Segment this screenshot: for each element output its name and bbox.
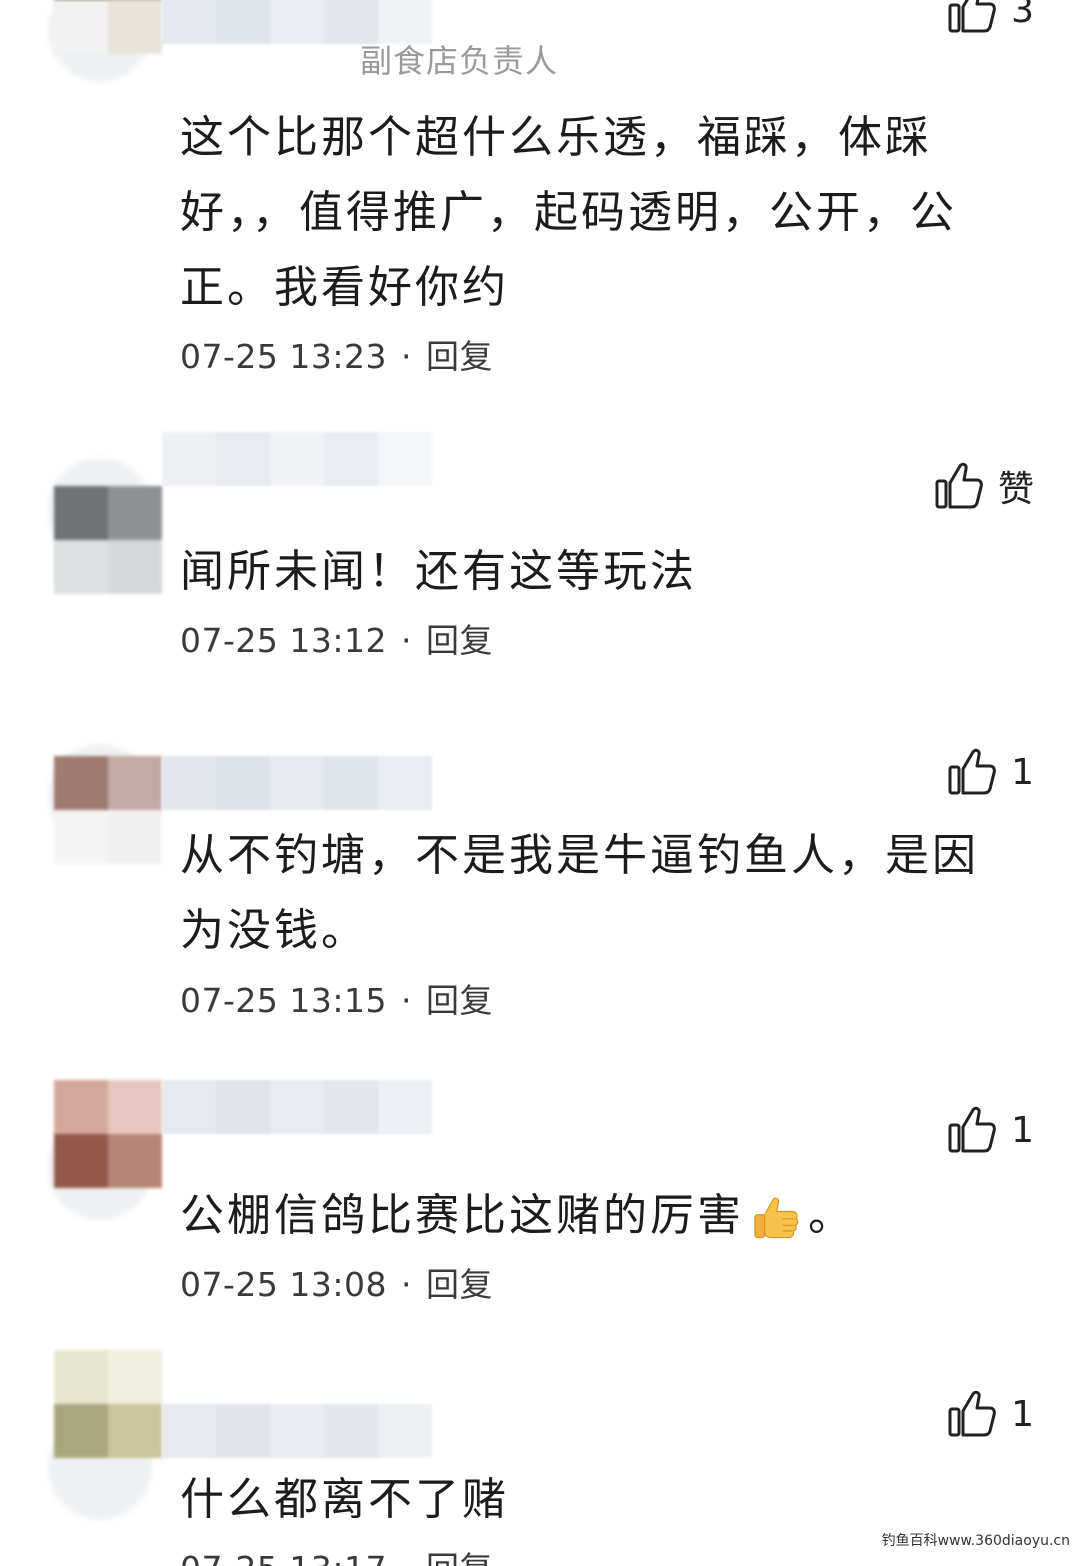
avatar[interactable]: [54, 1080, 162, 1188]
separator-dot: ·: [401, 1549, 412, 1566]
separator-dot: ·: [400, 981, 412, 1020]
avatar[interactable]: [54, 486, 162, 594]
username[interactable]: [162, 1080, 432, 1134]
reply-link[interactable]: 回复: [426, 1549, 493, 1566]
thumbs-up-outline-icon: [947, 1105, 997, 1155]
reply-link[interactable]: 回复: [426, 621, 493, 660]
comment-time: 07-25 13:17: [180, 1549, 387, 1566]
like-button[interactable]: 3: [947, 0, 1034, 36]
comment-time: 07-25 13:23: [180, 337, 387, 376]
watermark: 钓鱼百科www.360diaoyu.cn: [881, 1533, 1070, 1549]
thumbs-up-outline-icon: [947, 0, 997, 35]
thumbs-up-emoji-icon: [754, 1197, 799, 1239]
thumbs-up-outline-icon: [947, 1389, 997, 1439]
like-count: 3: [1011, 0, 1034, 31]
comment-text: 从不钓塘，不是我是牛逼钓鱼人，是因为没钱。: [180, 830, 979, 956]
like-button[interactable]: 1: [947, 746, 1034, 798]
user-title: 副食店负责人: [360, 42, 559, 80]
comment-time: 07-25 13:12: [180, 621, 387, 660]
like-button[interactable]: 1: [947, 1104, 1034, 1156]
reply-link[interactable]: 回复: [426, 981, 493, 1020]
username[interactable]: [162, 1404, 432, 1458]
separator-dot: ·: [400, 337, 412, 376]
reply-link[interactable]: 回复: [426, 1265, 493, 1304]
comment-meta: 07-25 13:12 · 回复: [180, 614, 493, 662]
comment-text: 什么都离不了赌: [180, 1474, 509, 1525]
reply-link[interactable]: 回复: [426, 337, 493, 376]
like-count: 1: [1011, 1109, 1034, 1151]
comment-time: 07-25 13:15: [180, 981, 387, 1020]
comment-list: 副食店负责人 3 这个比那个超什么乐透，福踩，体踩好，，值得推广，起码透明，公开…: [0, 0, 1080, 1566]
like-button[interactable]: 赞: [934, 460, 1034, 512]
avatar[interactable]: [54, 0, 162, 54]
comment-text: 公棚信鸽比赛比这赌的厉害 。: [180, 1178, 1010, 1253]
comment-time: 07-25 13:08: [180, 1265, 387, 1304]
like-count: 1: [1011, 751, 1034, 793]
comment-text: 这个比那个超什么乐透，福踩，体踩好，，值得推广，起码透明，公开，公正。我看好你约: [180, 112, 957, 313]
avatar[interactable]: [54, 756, 162, 864]
thumbs-up-outline-icon: [934, 461, 984, 511]
comment-meta: 07-25 13:17 · 回复: [180, 1542, 493, 1566]
separator-dot: ·: [400, 1265, 412, 1304]
comment-text: 闻所未闻！还有这等玩法: [180, 546, 697, 597]
separator-dot: ·: [400, 621, 412, 660]
like-button[interactable]: 1: [947, 1388, 1034, 1440]
comment-meta: 07-25 13:23 · 回复: [180, 330, 493, 378]
username[interactable]: [162, 432, 432, 486]
username[interactable]: [162, 756, 432, 810]
comment-text-main: 公棚信鸽比赛比这赌的厉害: [180, 1190, 744, 1241]
like-label: 赞: [997, 469, 1034, 510]
comment-meta: 07-25 13:08 · 回复: [180, 1258, 493, 1306]
comment-meta: 07-25 13:15 · 回复: [180, 974, 493, 1022]
thumbs-up-outline-icon: [947, 747, 997, 797]
comment-text-suffix: 。: [808, 1190, 855, 1241]
like-count: 1: [1011, 1393, 1034, 1435]
avatar[interactable]: [54, 1350, 162, 1458]
